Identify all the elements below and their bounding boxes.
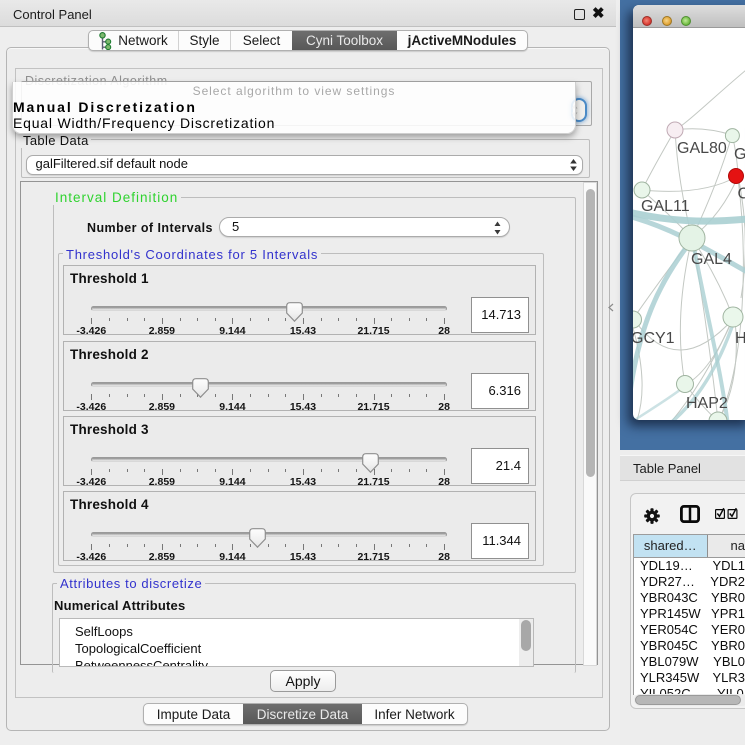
svg-text:GCY1: GCY1 xyxy=(633,330,675,347)
svg-text:GAL80: GAL80 xyxy=(677,140,727,157)
svg-text:GAL4: GAL4 xyxy=(691,251,732,268)
svg-text:GA: GA xyxy=(734,146,745,163)
svg-text:C: C xyxy=(737,186,745,203)
svg-text:H: H xyxy=(735,330,745,347)
svg-text:GAL11: GAL11 xyxy=(641,198,690,215)
svg-text:HAP2: HAP2 xyxy=(686,395,728,412)
